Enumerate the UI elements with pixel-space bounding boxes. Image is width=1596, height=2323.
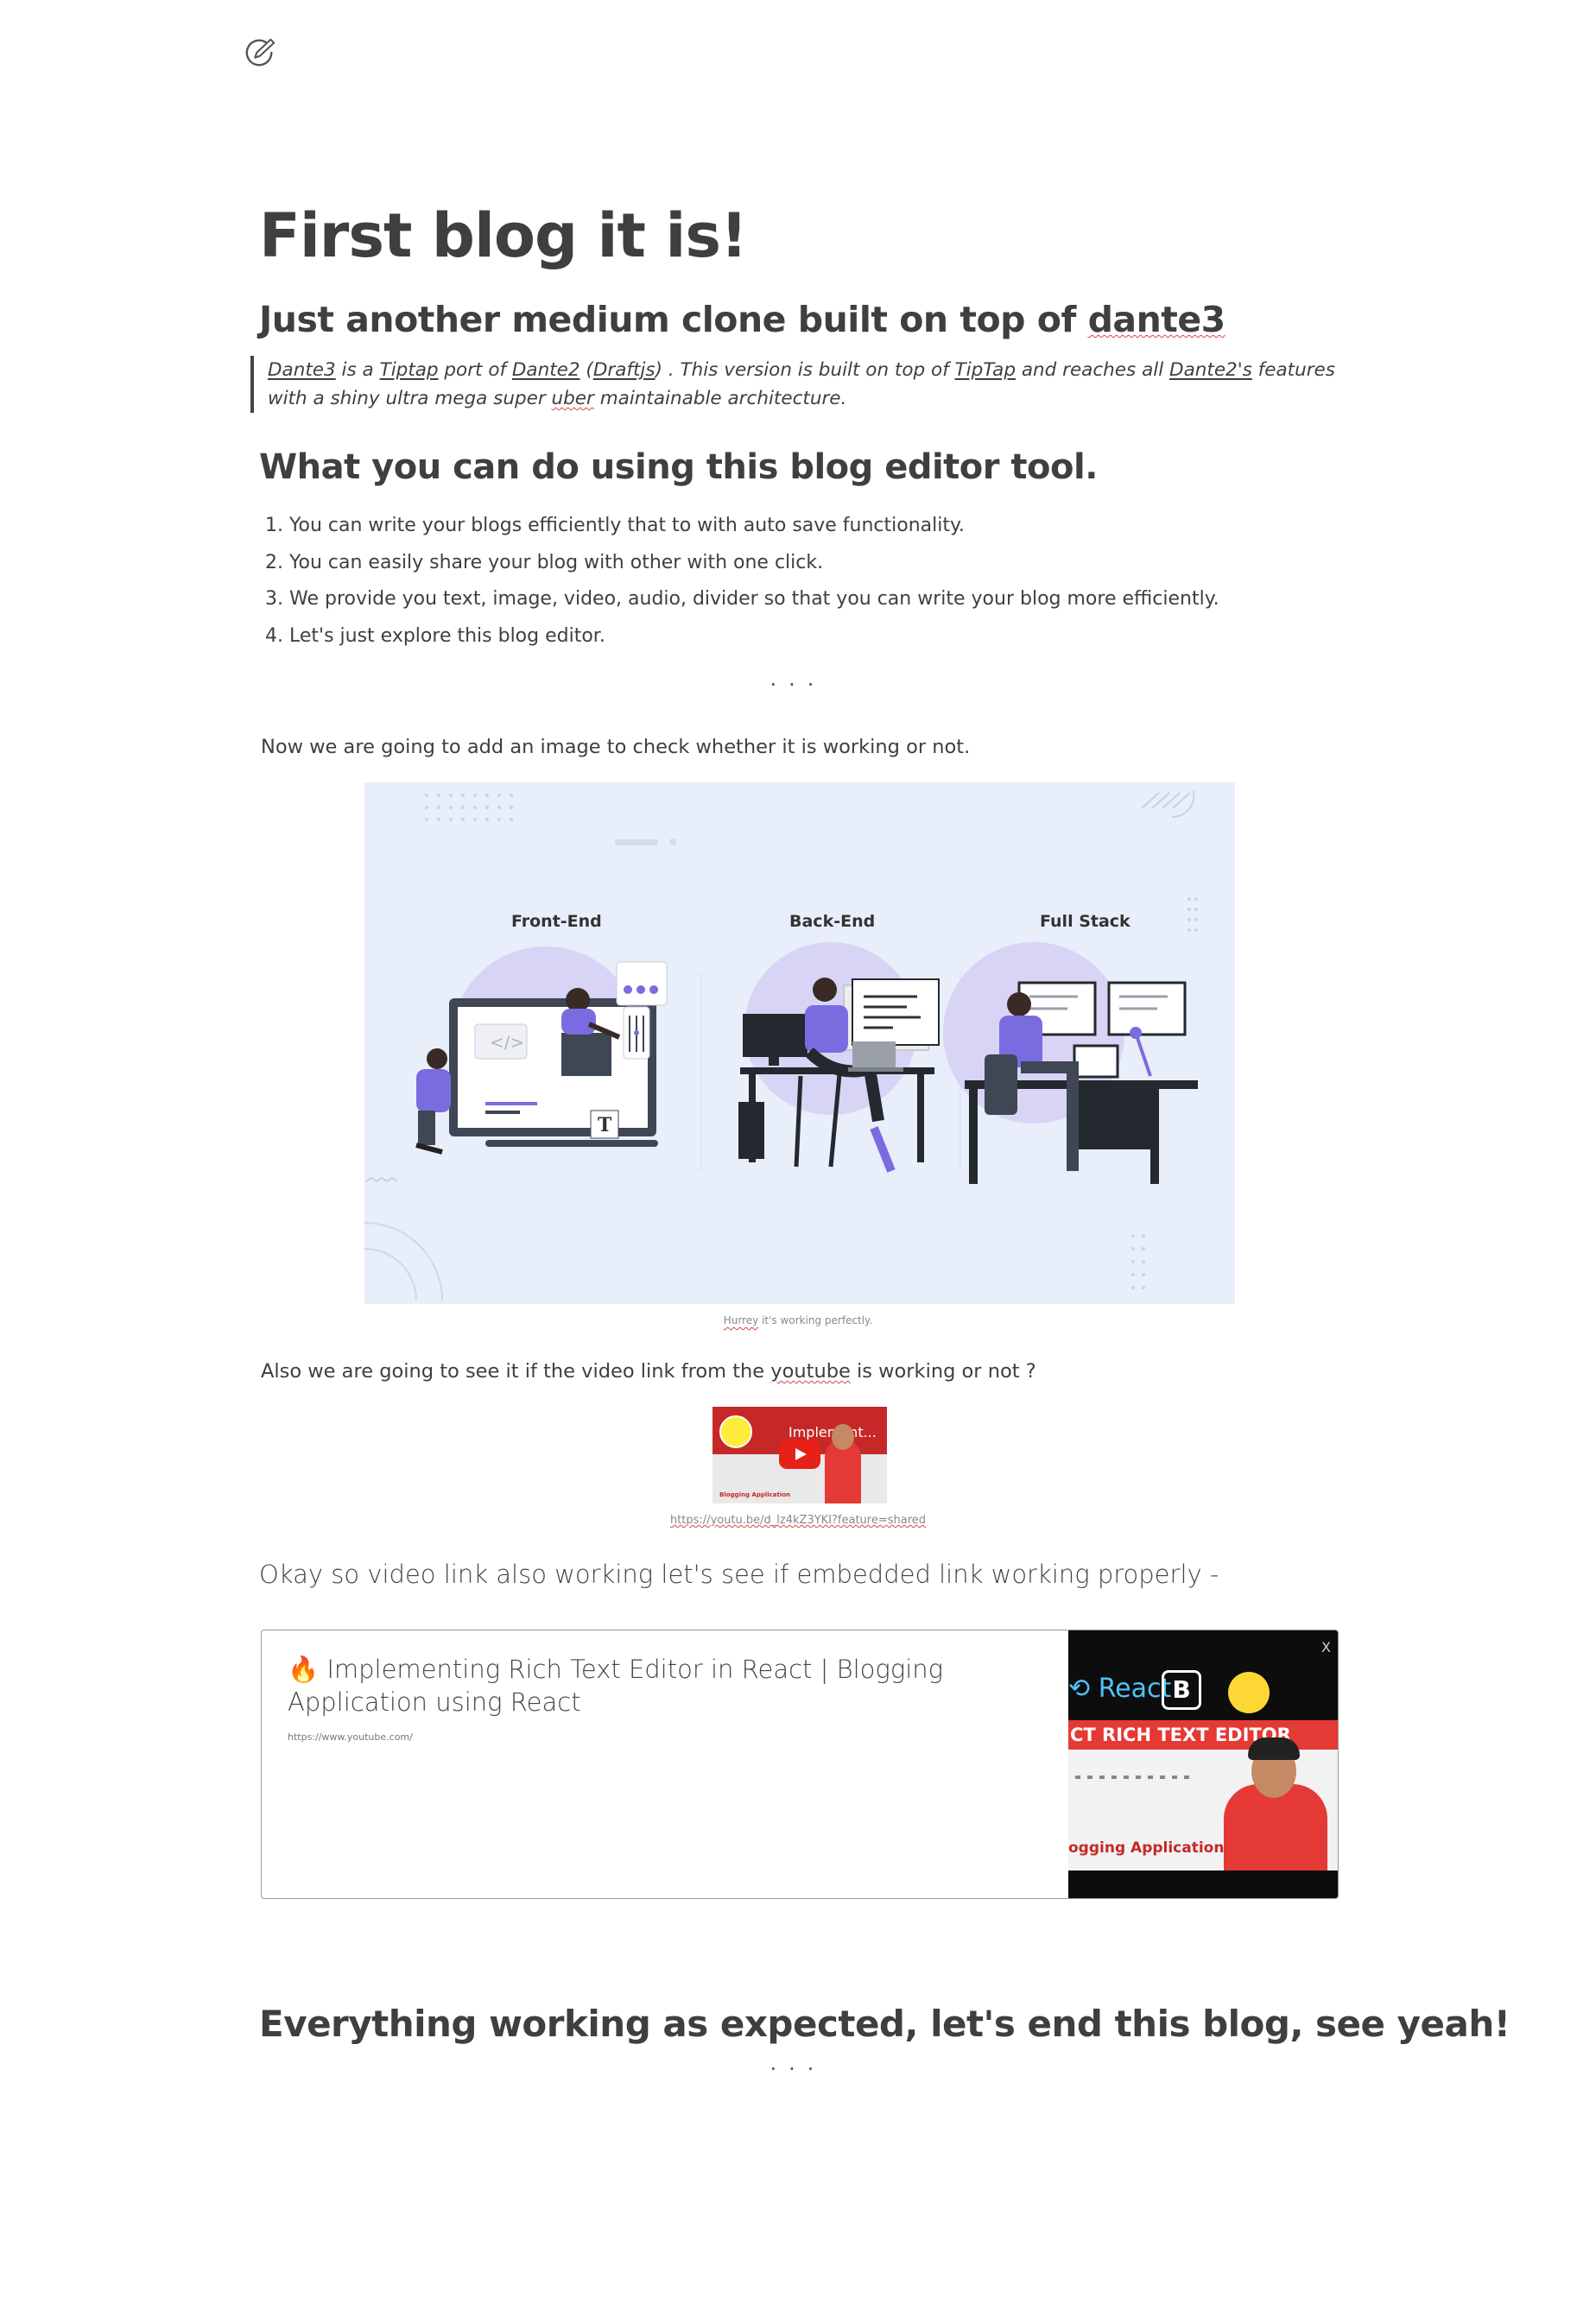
quote-draftjs[interactable]: Draftjs [593,359,656,381]
thumb-presenter-hair [1248,1738,1300,1760]
closing-heading: Everything working as expected, let's en… [259,2003,1510,2045]
svg-text:T: T [598,1114,612,1136]
section-divider: ... [770,2051,826,2075]
pen-check-icon[interactable] [244,36,276,69]
frontend-label: Front-End [511,912,602,931]
svg-text:</>: </> [490,1032,524,1053]
list-item: You can easily share your blog with othe… [289,545,1219,582]
image-caption: Hurrey it's working perfectly. [0,1314,1596,1326]
embed-link-card[interactable]: 🔥 Implementing Rich Text Editor in React… [261,1630,1339,1899]
youtube-video-player[interactable]: Implement... Blogging Application [712,1407,887,1503]
youtube-word: youtube [770,1360,851,1383]
subtitle-text: Just another medium clone built on top o… [259,299,1088,340]
hero-illustration[interactable]: </> T Front-End Back-End Full Stack [364,782,1235,1304]
play-icon [795,1448,807,1460]
embed-thumbnail: X ⟲ React B CT RICH TEXT EDITOR ogging A… [1068,1630,1338,1898]
thumb-react-text: ⟲ React [1068,1674,1172,1704]
image-intro-text: Now we are going to add an image to chec… [261,736,971,758]
list-item: Let's just explore this blog editor. [289,618,1219,655]
section-divider: ... [770,667,826,691]
quote-text: ( [580,359,593,381]
quote-text: and reaches all [1016,359,1170,381]
video-intro-after: is working or not ? [850,1360,1036,1383]
quote-uber: uber [551,388,594,409]
quote-text: ) . This version is built on top of [655,359,955,381]
thumb-toolbar [1075,1775,1196,1779]
post-title: First blog it is! [259,200,748,271]
embed-intro-text: Okay so video link also working let's se… [259,1560,1219,1589]
quote-text: is a [335,359,380,381]
dante3-link[interactable]: dante3 [1088,299,1226,340]
thumb-mascot [1228,1672,1270,1713]
thumb-react-label: React [1098,1674,1172,1704]
video-thumb-footer: Blogging Application [719,1491,791,1498]
list-item: We provide you text, image, video, audio… [289,581,1219,618]
quote-tiptap2[interactable]: TipTap [955,359,1016,381]
quote-tiptap[interactable]: Tiptap [380,359,439,381]
developer-roles-illustration: </> T [364,790,1198,1301]
thumb-bootstrap-logo: B [1162,1670,1201,1710]
thumb-banner-text: CT RICH TEXT EDITOR [1068,1720,1338,1750]
list-item: You can write your blogs efficiently tha… [289,508,1219,545]
quote-text: maintainable architecture. [593,388,847,409]
thumb-footer-text: ogging Application [1068,1839,1225,1857]
presenter-face [832,1424,854,1450]
play-button[interactable] [779,1440,820,1469]
quote-dante3[interactable]: Dante3 [268,359,336,381]
quote-dante2s[interactable]: Dante2's [1169,359,1252,381]
video-intro-text: Also we are going to see it if the video… [261,1360,1036,1383]
post-subtitle: Just another medium clone built on top o… [259,295,1226,344]
embed-close-button[interactable]: X [1321,1639,1331,1655]
features-heading: What you can do using this blog editor t… [259,447,1098,487]
backend-label: Back-End [789,912,876,931]
quote-dante2[interactable]: Dante2 [512,359,580,381]
video-url[interactable]: https://youtu.be/d_lz4kZ3YKI?feature=sha… [0,1514,1596,1527]
caption-hurrey: Hurrey [723,1314,759,1326]
video-intro-before: Also we are going to see it if the video… [261,1360,771,1383]
intro-blockquote: Dante3 is a Tiptap port of Dante2 (Draft… [250,356,1347,413]
thumb-presenter-shirt [1224,1784,1327,1879]
thumb-bottom-bar [1068,1870,1338,1898]
channel-avatar [719,1415,752,1448]
features-list: You can write your blogs efficiently tha… [259,508,1219,655]
fullstack-label: Full Stack [1040,912,1130,931]
caption-text: it's working perfectly. [758,1314,873,1326]
quote-text: port of [438,359,512,381]
embed-url[interactable]: https://www.youtube.com/ [288,1731,413,1743]
embed-title[interactable]: 🔥 Implementing Rich Text Editor in React… [288,1653,1039,1719]
